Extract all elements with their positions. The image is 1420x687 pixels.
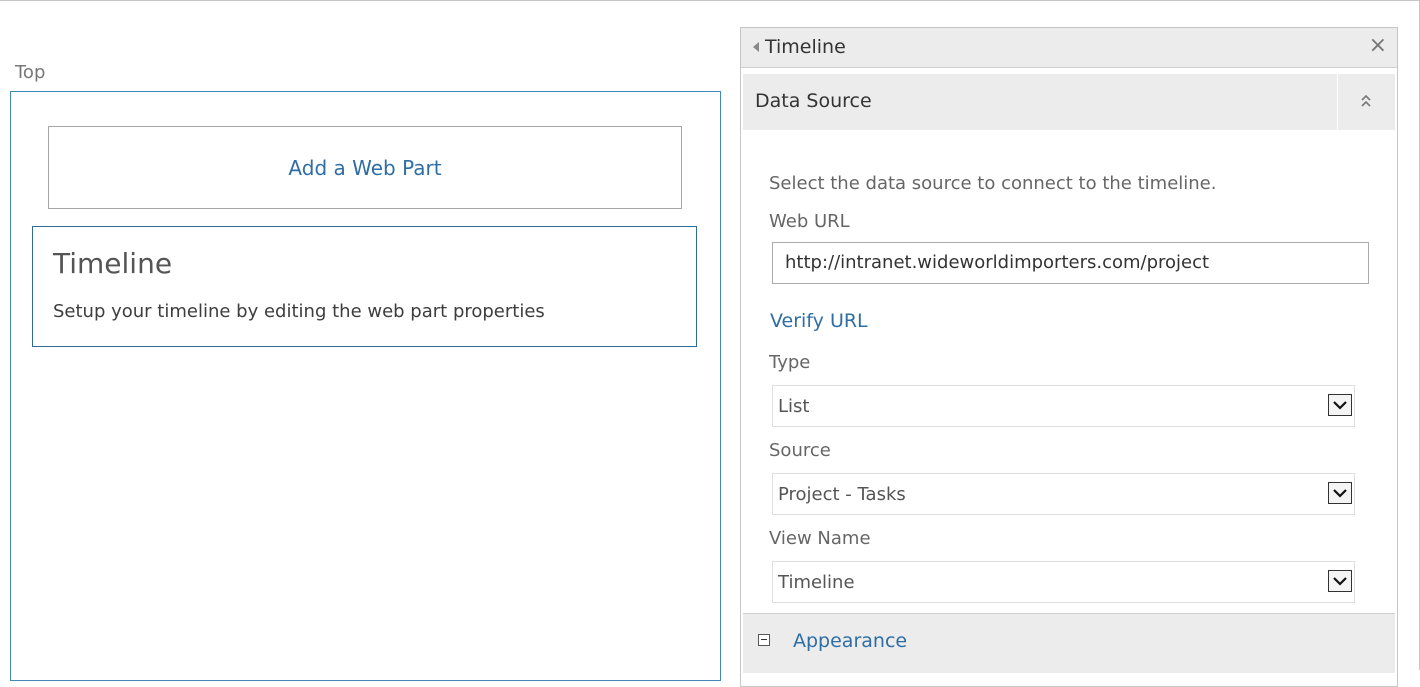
tool-pane-header: Timeline × [741, 28, 1397, 68]
verify-url-link[interactable]: Verify URL [770, 310, 868, 332]
type-selected-value: List [778, 396, 810, 417]
type-label: Type [769, 352, 811, 373]
collapse-arrow-icon[interactable] [753, 42, 759, 52]
appearance-title[interactable]: Appearance [793, 630, 907, 652]
tool-pane-title: Timeline [765, 36, 846, 58]
close-icon[interactable]: × [1369, 33, 1387, 59]
type-select[interactable]: List [772, 385, 1355, 427]
section-title: Data Source [755, 90, 872, 112]
add-web-part-label: Add a Web Part [288, 155, 442, 180]
tool-pane: Timeline × Data Source Select the data s… [740, 27, 1398, 687]
timeline-web-part[interactable]: Timeline Setup your timeline by editing … [32, 226, 697, 347]
source-label: Source [769, 440, 831, 461]
web-url-label: Web URL [769, 211, 850, 232]
chevron-down-icon [1333, 489, 1347, 498]
view-name-select[interactable]: Timeline [772, 561, 1355, 603]
view-name-selected-value: Timeline [778, 572, 855, 593]
zone-label: Top [15, 62, 46, 83]
web-part-title: Timeline [53, 247, 173, 280]
type-dropdown-button[interactable] [1328, 394, 1352, 416]
source-dropdown-button[interactable] [1328, 482, 1352, 504]
chevron-down-icon [1333, 401, 1347, 410]
data-source-instruction: Select the data source to connect to the… [769, 173, 1217, 194]
web-part-description: Setup your timeline by editing the web p… [53, 301, 545, 322]
source-selected-value: Project - Tasks [778, 484, 906, 505]
appearance-section-header[interactable]: Appearance [743, 613, 1395, 673]
double-chevron-up-icon [1361, 94, 1371, 107]
add-web-part-button[interactable]: Add a Web Part [48, 126, 682, 209]
web-url-value: http://intranet.wideworldimporters.com/p… [785, 252, 1210, 273]
view-name-label: View Name [769, 528, 871, 549]
source-select[interactable]: Project - Tasks [772, 473, 1355, 515]
web-url-input[interactable]: http://intranet.wideworldimporters.com/p… [772, 242, 1369, 284]
data-source-section-header: Data Source [743, 74, 1395, 130]
chevron-down-icon [1333, 577, 1347, 586]
section-collapse-button[interactable] [1337, 74, 1395, 130]
minus-box-icon[interactable] [758, 634, 770, 646]
view-name-dropdown-button[interactable] [1328, 570, 1352, 592]
